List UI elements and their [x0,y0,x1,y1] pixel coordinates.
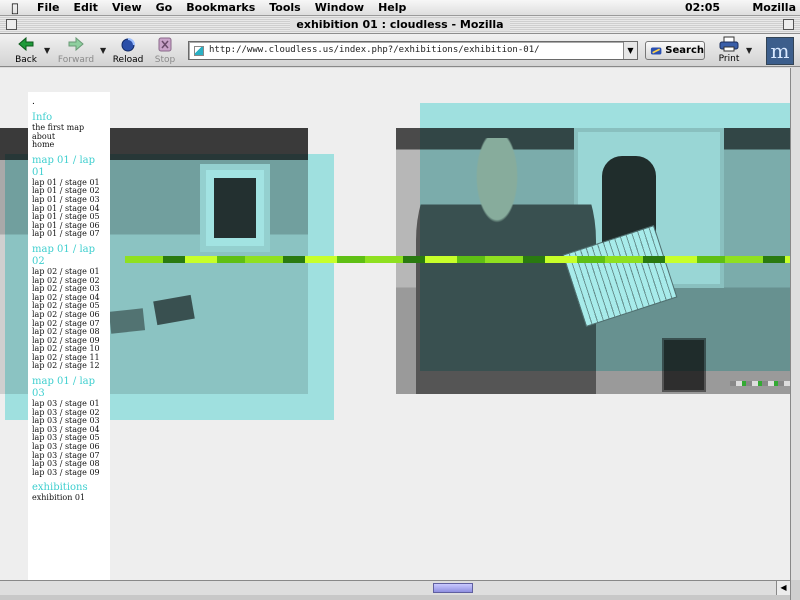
menu-bookmarks[interactable]: Bookmarks [179,1,262,14]
menu-tools[interactable]: Tools [262,1,307,14]
forward-arrow-icon [68,36,84,52]
apple-menu-icon[interactable]:  [0,1,30,15]
menu-go[interactable]: Go [149,1,180,14]
print-options-caret-icon[interactable]: ▼ [746,46,752,55]
glitch-artifact [730,381,790,386]
nav-link-exhibition-01[interactable]: exhibition 01 [32,494,110,503]
back-button[interactable]: Back [4,36,48,65]
page-proxy-icon[interactable] [194,46,204,56]
printer-icon [719,36,739,52]
zoom-box-icon[interactable] [783,19,794,30]
search-icon [650,46,662,55]
green-glitch-stripe [125,256,790,263]
stop-button[interactable]: Stop [143,36,187,65]
window-title-wrap: exhibition 01 : cloudless - Mozilla [0,18,800,31]
menu-window[interactable]: Window [308,1,371,14]
horizontal-scrollbar[interactable]: ◀ [0,580,790,595]
url-history-dropdown-icon[interactable]: ▼ [623,42,637,59]
active-app-name[interactable]: Mozilla [752,1,796,14]
horizontal-scroll-thumb[interactable] [433,583,473,593]
mozilla-logo-glyph: m [770,39,790,63]
stop-icon [158,37,172,52]
resize-grip[interactable] [790,580,800,600]
menu-edit[interactable]: Edit [67,1,105,14]
search-button[interactable]: Search [645,41,705,60]
page-content: . Info the first map about home map 01 /… [0,68,790,580]
mozilla-throbber-logo[interactable]: m [766,37,794,65]
menu-help[interactable]: Help [371,1,413,14]
url-text[interactable]: http://www.cloudless.us/index.php?/exhib… [209,45,540,55]
forward-button[interactable]: Forward [54,36,98,65]
nav-link-lap02-stage12[interactable]: lap 02 / stage 12 [32,362,110,371]
sidebar-dot: . [32,97,35,107]
print-button[interactable]: Print [712,36,746,64]
nav-link-home[interactable]: home [32,141,110,150]
forward-label: Forward [57,55,95,65]
menu-file[interactable]: File [30,1,67,14]
menu-view[interactable]: View [105,1,149,14]
search-label: Search [665,45,704,56]
print-label: Print [718,54,740,64]
url-field[interactable]: http://www.cloudless.us/index.php?/exhib… [188,41,638,60]
cyan-overlay-right [420,103,790,371]
menubar-clock: 02:05 [684,1,720,14]
nav-link-lap03-stage09[interactable]: lap 03 / stage 09 [32,468,110,478]
scroll-left-arrow-icon[interactable]: ◀ [776,581,790,595]
nav-link-lap01-stage07[interactable]: lap 01 / stage 07 [32,230,110,239]
reload-icon [121,38,135,52]
navigation-toolbar: Back ▼ Forward ▼ Reload Stop http://www.… [0,34,800,67]
window-bottom-edge [0,595,790,600]
window-title-bar[interactable]: exhibition 01 : cloudless - Mozilla [0,16,800,34]
sidebar-navigation: . Info the first map about home map 01 /… [28,92,110,580]
nav-heading-lap-03[interactable]: map 01 / lap 03 [32,376,110,400]
back-label: Back [15,55,37,65]
menu-bar:  File Edit View Go Bookmarks Tools Wind… [0,0,800,16]
vertical-scrollbar[interactable] [790,68,800,580]
nav-heading-lap-02[interactable]: map 01 / lap 02 [32,244,110,268]
stop-label: Stop [154,55,176,65]
back-history-caret-icon[interactable]: ▼ [44,46,50,55]
nav-heading-lap-01[interactable]: map 01 / lap 01 [32,155,110,179]
back-arrow-icon [18,36,34,52]
window-title: exhibition 01 : cloudless - Mozilla [290,18,510,31]
